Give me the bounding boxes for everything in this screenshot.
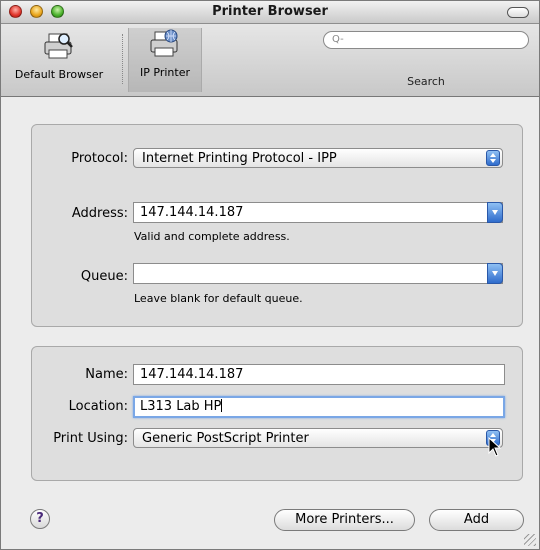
printer-details-group: Name: 147.144.14.187 Location: L313 Lab …	[31, 346, 523, 481]
location-field[interactable]: L313 Lab HP	[133, 396, 505, 418]
title-bar[interactable]: Printer Browser	[1, 1, 539, 24]
printer-globe-icon	[148, 28, 182, 60]
search-label: Search	[407, 75, 445, 88]
connection-settings-group: Protocol: Internet Printing Protocol - I…	[31, 124, 523, 327]
default-browser-label: Default Browser	[14, 68, 104, 81]
name-field[interactable]: 147.144.14.187	[133, 364, 505, 385]
help-button[interactable]: ?	[30, 509, 50, 529]
combo-dropdown-icon[interactable]	[487, 263, 503, 284]
ip-printer-tab[interactable]: IP Printer	[128, 28, 202, 92]
mouse-pointer-icon	[488, 437, 502, 457]
search-area: Q- Search	[323, 31, 529, 88]
text-caret	[221, 399, 223, 412]
protocol-popup[interactable]: Internet Printing Protocol - IPP	[133, 148, 503, 168]
location-label: Location:	[68, 399, 128, 414]
add-button[interactable]: Add	[429, 509, 524, 531]
window-title: Printer Browser	[212, 4, 328, 19]
printer-browser-window: Printer Browser Default Browser IP Print…	[0, 0, 540, 550]
popup-arrows-icon	[486, 150, 500, 166]
print-using-value: Generic PostScript Printer	[142, 431, 309, 446]
more-printers-button[interactable]: More Printers...	[274, 509, 415, 531]
toolbar: Default Browser IP Printer Q- Search	[1, 24, 539, 97]
ip-printer-label: IP Printer	[140, 66, 190, 79]
location-value: L313 Lab HP	[140, 399, 222, 414]
print-using-popup[interactable]: Generic PostScript Printer	[133, 428, 503, 448]
toolbar-toggle-button[interactable]	[507, 7, 529, 18]
search-icon: Q-	[332, 34, 344, 45]
address-value: 147.144.14.187	[140, 205, 244, 220]
queue-hint: Leave blank for default queue.	[134, 292, 303, 305]
name-label: Name:	[85, 367, 128, 382]
queue-label: Queue:	[80, 269, 128, 284]
combo-dropdown-icon[interactable]	[487, 202, 503, 223]
default-browser-tab[interactable]: Default Browser	[5, 30, 113, 81]
address-label: Address:	[71, 206, 128, 221]
printer-magnifier-icon	[42, 30, 76, 62]
address-combobox[interactable]: 147.144.14.187	[133, 202, 503, 223]
name-value: 147.144.14.187	[140, 367, 244, 382]
search-input[interactable]: Q-	[323, 31, 529, 49]
address-hint: Valid and complete address.	[134, 230, 290, 243]
toolbar-separator	[122, 34, 123, 84]
protocol-value: Internet Printing Protocol - IPP	[142, 151, 337, 166]
resize-handle[interactable]	[524, 534, 536, 546]
queue-combobox[interactable]	[133, 263, 503, 284]
print-using-label: Print Using:	[53, 431, 128, 446]
protocol-label: Protocol:	[71, 151, 128, 166]
